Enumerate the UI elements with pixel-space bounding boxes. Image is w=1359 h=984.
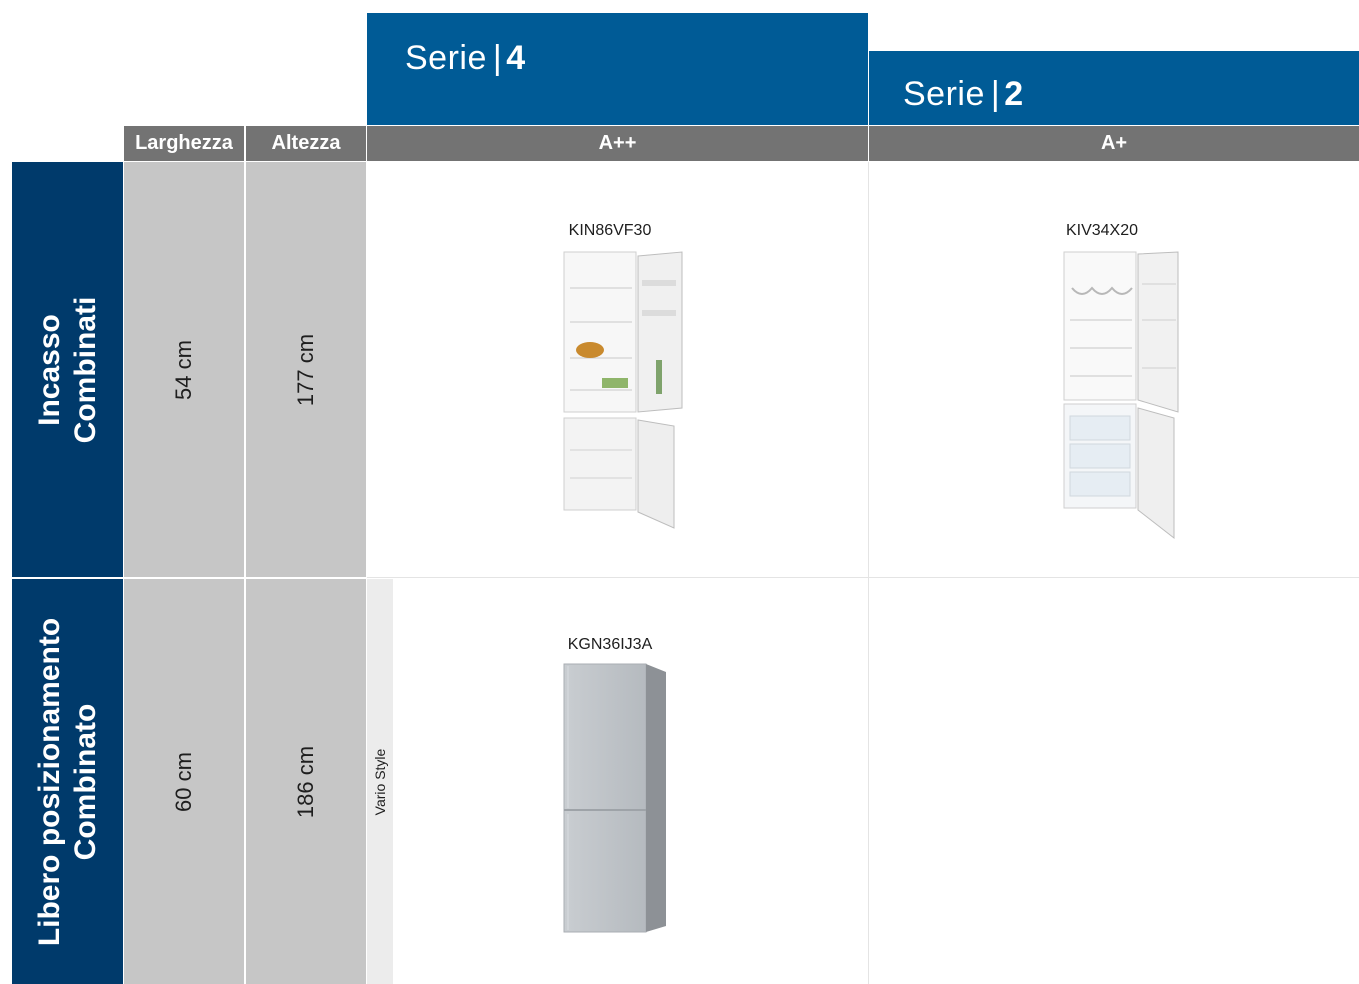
width-cell-row2: 60 cm — [124, 579, 244, 984]
category-label: Libero posizionamento Combinato — [32, 617, 102, 946]
vario-style-tag: Vario Style — [367, 579, 393, 984]
width-header: Larghezza — [124, 126, 244, 161]
row-divider — [367, 577, 1359, 578]
category-incasso-combinati: Incasso Combinati — [12, 162, 123, 577]
fridge-image-kgn36ij3a — [563, 663, 666, 933]
series-4-header: Serie | 4 — [367, 13, 868, 125]
height-cell-row2: 186 cm — [246, 579, 366, 984]
model-label-kiv34x20: KIV34X20 — [1065, 222, 1139, 239]
category-label: Incasso Combinati — [32, 296, 102, 443]
model-label-kin86vf30: KIN86VF30 — [568, 222, 652, 239]
series-divider — [868, 162, 869, 984]
energy-class-a-plus-plus: A++ — [367, 126, 868, 161]
series-4-title: Serie | 4 — [405, 39, 526, 77]
height-header: Altezza — [246, 126, 366, 161]
category-libero-posizionamento: Libero posizionamento Combinato — [12, 579, 123, 984]
series-2-header: Serie | 2 — [869, 51, 1359, 125]
fridge-image-kiv34x20 — [1063, 251, 1179, 540]
model-label-kgn36ij3a: KGN36IJ3A — [567, 636, 653, 653]
height-cell-row1: 177 cm — [246, 162, 366, 577]
energy-class-a-plus: A+ — [869, 126, 1359, 161]
width-cell-row1: 54 cm — [124, 162, 244, 577]
fridge-image-kin86vf30 — [563, 251, 683, 529]
series-2-title: Serie | 2 — [903, 75, 1024, 113]
